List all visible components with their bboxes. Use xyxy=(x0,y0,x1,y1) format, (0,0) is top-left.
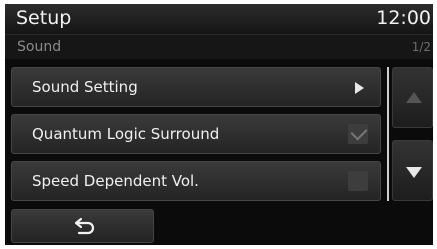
quantum-logic-checkbox[interactable] xyxy=(348,123,368,144)
clock: 12:00 xyxy=(376,7,431,29)
scroll-down-button[interactable] xyxy=(392,140,433,201)
scroll-up-button[interactable] xyxy=(392,67,433,128)
header-bar: Setup 12:00 xyxy=(5,4,433,34)
scroll-divider xyxy=(387,67,389,201)
menu-item-label: Speed Dependent Vol. xyxy=(32,172,199,190)
menu-item-sound-setting[interactable]: Sound Setting xyxy=(11,67,381,107)
setup-screen: Setup 12:00 Sound 1/2 Sound Setting Quan… xyxy=(5,4,433,245)
triangle-down-icon xyxy=(406,167,422,178)
subheader-bar: Sound 1/2 xyxy=(5,34,433,59)
play-arrow-icon xyxy=(355,82,364,94)
menu-item-label: Quantum Logic Surround xyxy=(32,125,220,143)
section-title: Sound xyxy=(17,39,62,55)
triangle-up-icon xyxy=(406,92,422,103)
page-indicator: 1/2 xyxy=(411,40,431,54)
back-button[interactable] xyxy=(11,209,154,243)
menu-item-quantum-logic-surround[interactable]: Quantum Logic Surround xyxy=(11,114,381,154)
speed-dependent-vol-checkbox[interactable] xyxy=(348,171,368,191)
checkmark-icon xyxy=(350,123,368,141)
return-arrow-icon xyxy=(74,217,95,235)
menu-item-label: Sound Setting xyxy=(32,78,138,96)
menu-item-speed-dependent-vol[interactable]: Speed Dependent Vol. xyxy=(11,161,381,201)
page-title: Setup xyxy=(16,7,72,29)
